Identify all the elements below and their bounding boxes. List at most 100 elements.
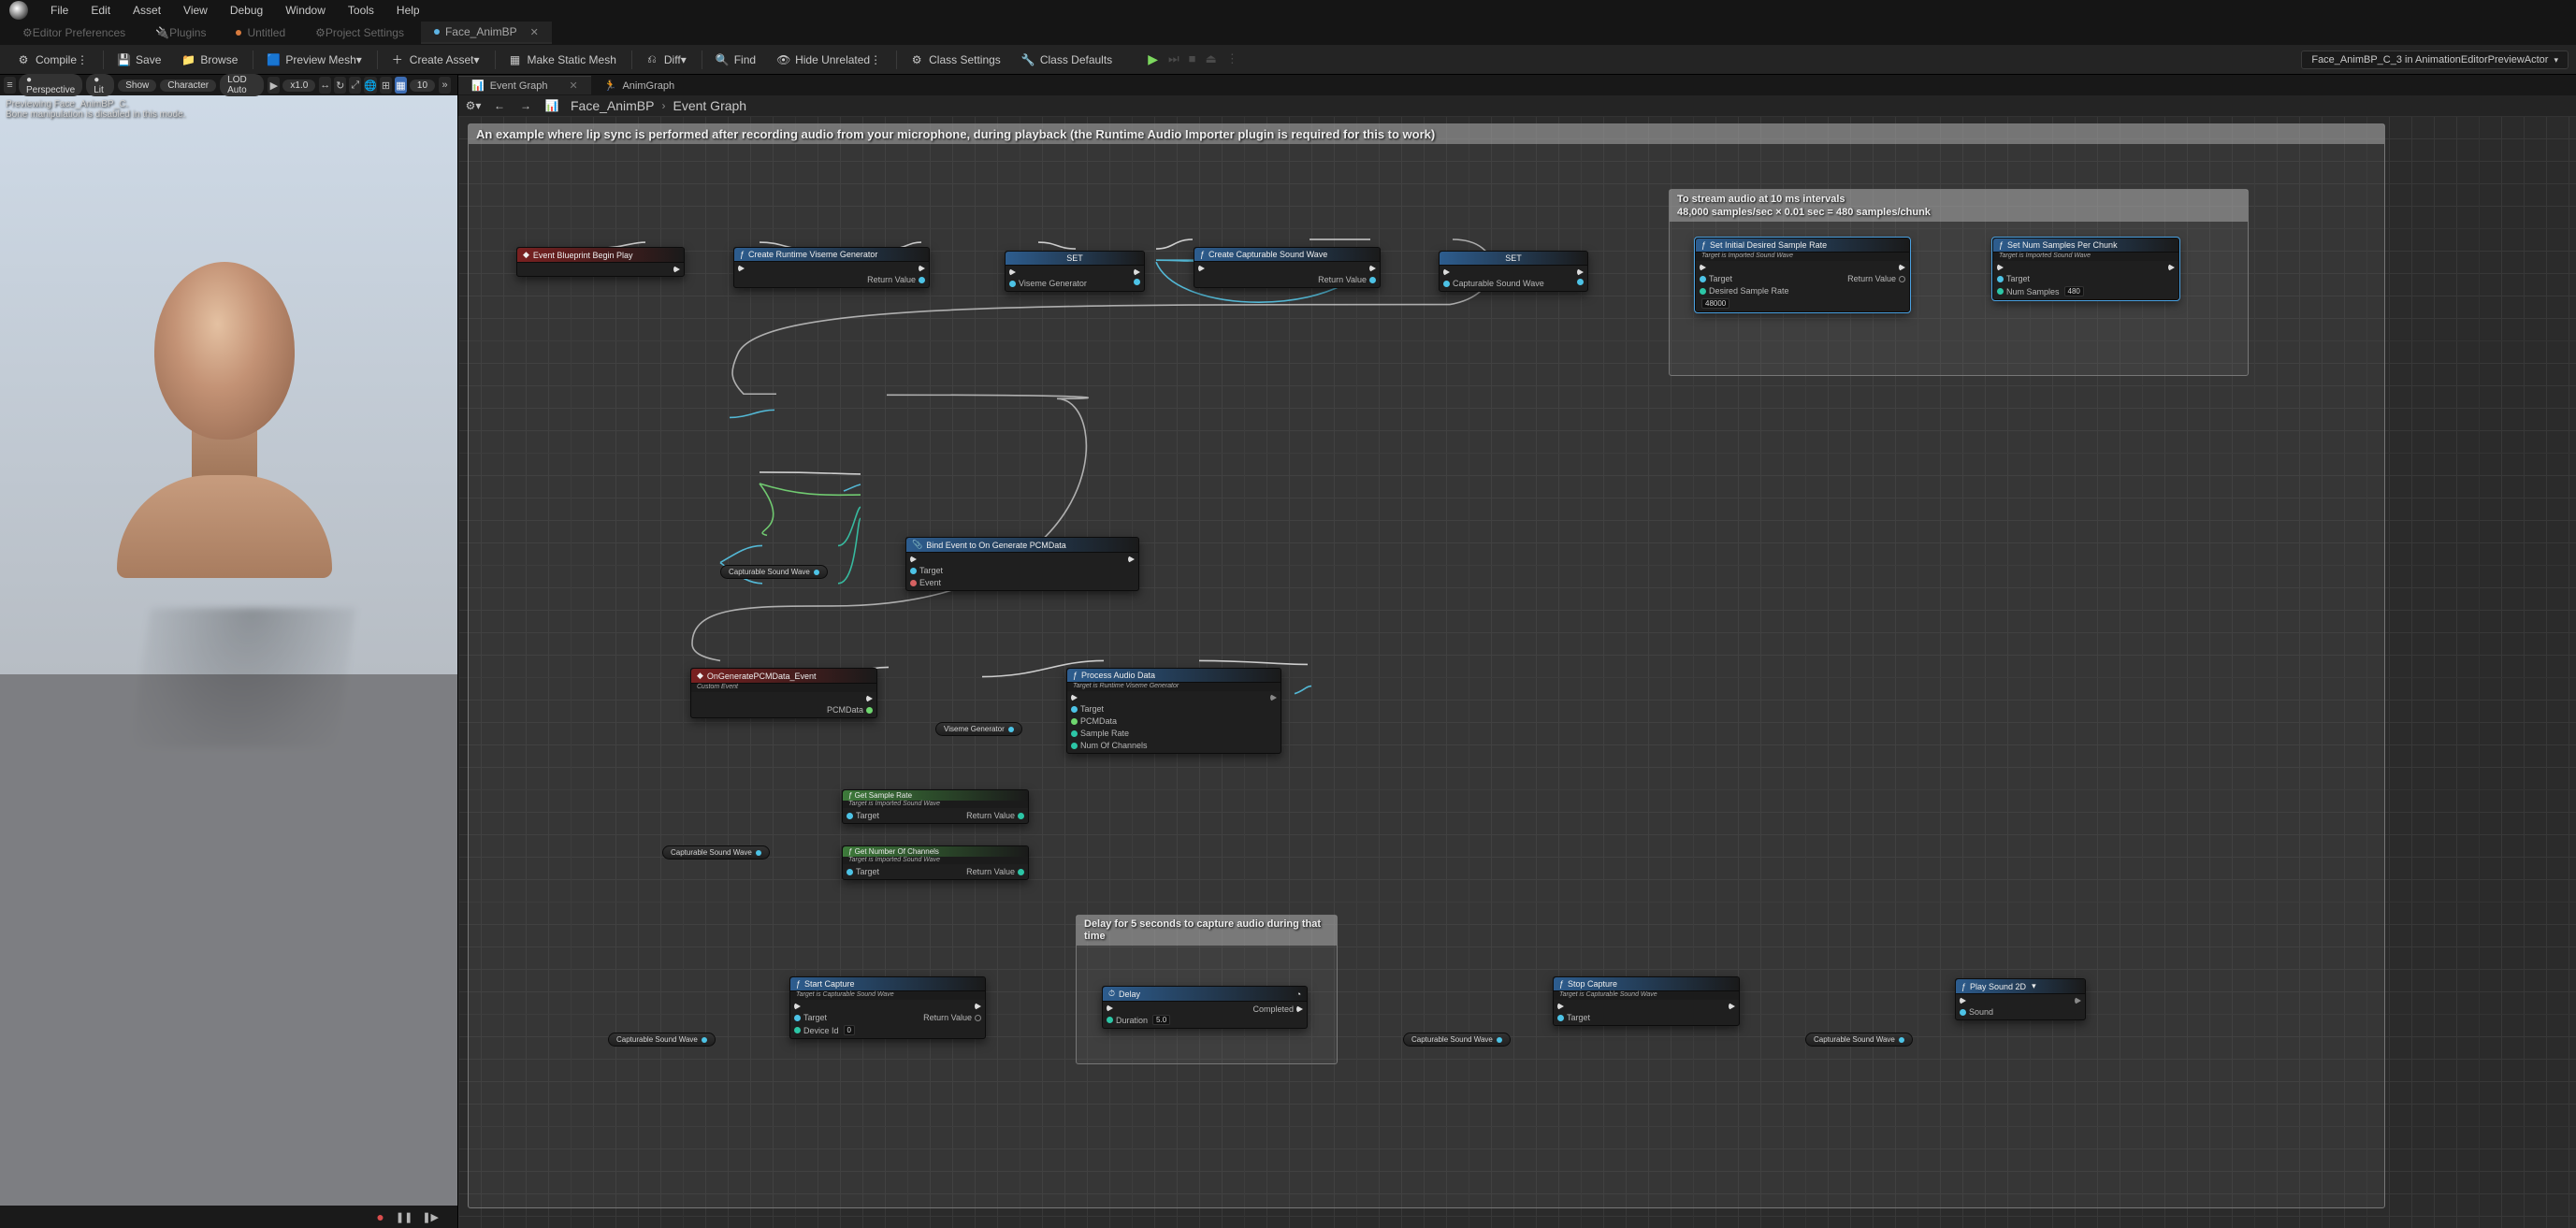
back-icon[interactable]: ← — [492, 98, 507, 113]
menu-view[interactable]: View — [172, 2, 219, 19]
mesh-icon: 🟦 — [267, 53, 280, 66]
hide-unrelated-button[interactable]: 👁Hide Unrelated ⋮ — [767, 50, 890, 70]
breadcrumb-leaf[interactable]: Event Graph — [673, 98, 746, 113]
browse-button[interactable]: 📁Browse — [172, 50, 247, 70]
pause-icon[interactable]: ❚❚ — [396, 1211, 412, 1223]
tab-face-animbp[interactable]: Face_AnimBP✕ — [421, 22, 552, 44]
step-icon[interactable]: ❚▶ — [422, 1211, 439, 1223]
save-button[interactable]: 💾Save — [108, 50, 170, 70]
var-capturable-wave-1[interactable]: Capturable Sound Wave — [720, 565, 828, 579]
pin-label: Viseme Generator — [1019, 279, 1087, 288]
record-icon[interactable]: ● — [376, 1209, 384, 1224]
settings-icon[interactable]: ⚙▾ — [466, 98, 481, 113]
menu-asset[interactable]: Asset — [122, 2, 172, 19]
var-capturable-wave-2[interactable]: Capturable Sound Wave — [662, 845, 770, 860]
playback-speed[interactable]: x1.0 — [282, 79, 315, 92]
create-asset-button[interactable]: ＋Create Asset ▾ — [382, 48, 489, 71]
menu-edit[interactable]: Edit — [80, 2, 122, 19]
collapse-icon[interactable]: ▾ — [2032, 981, 2036, 991]
move-tool-icon[interactable]: ↔ — [319, 77, 331, 94]
node-event-begin-play[interactable]: ◆Event Blueprint Begin Play — [516, 247, 685, 277]
close-icon[interactable]: ✕ — [570, 80, 578, 92]
node-stop-capture[interactable]: ƒStop Capture Target is Capturable Sound… — [1553, 976, 1740, 1026]
eject-icon[interactable]: ⏏ — [1201, 50, 1222, 69]
compile-icon: ⚙ — [17, 53, 30, 66]
node-start-capture[interactable]: ƒStart Capture Target is Capturable Soun… — [789, 976, 986, 1039]
menu-tools[interactable]: Tools — [337, 2, 385, 19]
camera-mode-dropdown[interactable]: ● Perspective — [19, 74, 82, 96]
expand-icon[interactable]: » — [439, 77, 451, 94]
node-set-capturable-wave[interactable]: SET Capturable Sound Wave — [1439, 251, 1588, 292]
lit-mode-dropdown[interactable]: ● Lit — [86, 74, 114, 96]
tab-editor-preferences[interactable]: ⚙ Editor Preferences — [9, 22, 138, 44]
tab-project-settings[interactable]: ⚙ Project Settings — [302, 22, 417, 44]
breadcrumb-root[interactable]: Face_AnimBP — [571, 98, 654, 113]
separator — [896, 51, 897, 69]
scale-tool-icon[interactable]: ⤢ — [349, 77, 361, 94]
debug-object-dropdown[interactable]: Face_AnimBP_C_3 in AnimationEditorPrevie… — [2301, 51, 2569, 69]
lod-dropdown[interactable]: LOD Auto — [220, 74, 264, 96]
preview-viewport[interactable]: ≡ ● Perspective ● Lit Show Character LOD… — [0, 75, 458, 1228]
node-process-audio-data[interactable]: ƒProcess Audio Data Target is Runtime Vi… — [1066, 668, 1281, 754]
tab-anim-graph[interactable]: 🏃AnimGraph — [591, 77, 687, 94]
menu-window[interactable]: Window — [274, 2, 337, 19]
tab-plugins[interactable]: 🔌 Plugins — [142, 22, 219, 44]
grid-snap-icon[interactable]: ▦ — [395, 77, 407, 94]
var-capturable-wave-4[interactable]: Capturable Sound Wave — [1403, 1033, 1511, 1047]
node-create-capturable-wave[interactable]: ƒCreate Capturable Sound Wave Return Val… — [1194, 247, 1381, 288]
menu-file[interactable]: File — [39, 2, 80, 19]
stop-icon[interactable]: ■ — [1184, 50, 1201, 69]
node-create-viseme-generator[interactable]: ƒCreate Runtime Viseme Generator Return … — [733, 247, 930, 288]
globe-icon[interactable]: 🌐 — [364, 77, 377, 94]
node-set-num-samples[interactable]: ƒSet Num Samples Per Chunk Target is Imp… — [1992, 238, 2179, 300]
tab-event-graph[interactable]: 📊Event Graph ✕ — [458, 76, 591, 94]
compile-button[interactable]: ⚙Compile ⋮ — [7, 50, 97, 70]
node-get-sample-rate[interactable]: ƒ Get Sample Rate Target is Imported Sou… — [842, 789, 1029, 824]
graph-icon[interactable]: 📊 — [544, 98, 559, 113]
var-capturable-wave-3[interactable]: Capturable Sound Wave — [608, 1033, 716, 1047]
node-set-viseme-generator[interactable]: SET Viseme Generator — [1005, 251, 1145, 292]
pin-value[interactable]: 48000 — [1701, 298, 1729, 309]
node-play-sound-2d[interactable]: ƒPlay Sound 2D▾ Sound — [1955, 978, 2086, 1020]
node-bind-event[interactable]: 📎Bind Event to On Generate PCMData Targe… — [905, 537, 1139, 591]
pin-value[interactable]: 5.0 — [1152, 1015, 1170, 1025]
shadow — [130, 608, 355, 748]
step-icon[interactable]: ⏭ — [1164, 50, 1184, 69]
play-icon[interactable]: ▶ — [1142, 50, 1164, 69]
node-set-initial-sample-rate[interactable]: ƒSet Initial Desired Sample Rate Target … — [1695, 238, 1910, 312]
node-ongeneratepcmdata-event[interactable]: ◆OnGeneratePCMData_Event Custom Event PC… — [690, 668, 877, 718]
close-icon[interactable]: ✕ — [530, 26, 539, 38]
var-viseme-generator[interactable]: Viseme Generator — [935, 722, 1022, 736]
rotate-tool-icon[interactable]: ↻ — [334, 77, 346, 94]
play-icon[interactable]: ▶ — [268, 77, 280, 94]
menu-debug[interactable]: Debug — [219, 2, 274, 19]
preview-mesh-button[interactable]: 🟦Preview Mesh ▾ — [257, 50, 370, 70]
graph-icon: 📊 — [471, 80, 485, 92]
node-delay[interactable]: ⏱Delay◔ Duration 5.0 Completed — [1102, 986, 1308, 1029]
character-dropdown[interactable]: Character — [160, 79, 216, 92]
node-title: Set Num Samples Per Chunk — [2007, 240, 2118, 250]
button-label: Find — [734, 53, 756, 66]
button-label: Preview Mesh — [285, 53, 355, 66]
make-static-mesh-button[interactable]: ▦Make Static Mesh — [499, 50, 626, 70]
viewport-options-icon[interactable]: ≡ — [4, 77, 16, 94]
diff-button[interactable]: ⎌Diff ▾ — [636, 49, 696, 70]
snap-icon[interactable]: ⊞ — [380, 77, 392, 94]
pin-value[interactable]: 480 — [2064, 286, 2084, 296]
class-settings-button[interactable]: ⚙Class Settings — [901, 50, 1010, 70]
show-dropdown[interactable]: Show — [118, 79, 156, 92]
blueprint-canvas[interactable]: An example where lip sync is performed a… — [458, 116, 2576, 1228]
node-title: Start Capture — [804, 979, 855, 989]
var-capturable-wave-5[interactable]: Capturable Sound Wave — [1805, 1033, 1913, 1047]
find-button[interactable]: 🔍Find — [706, 50, 765, 70]
menu-help[interactable]: Help — [385, 2, 431, 19]
more-icon[interactable]: ⋮ — [1222, 50, 1243, 69]
node-title: OnGeneratePCMData_Event — [707, 672, 817, 681]
forward-icon[interactable]: → — [518, 98, 533, 113]
pin-label: Return Value — [1318, 275, 1367, 284]
class-defaults-button[interactable]: 🔧Class Defaults — [1012, 50, 1122, 70]
grid-size[interactable]: 10 — [410, 79, 435, 92]
pin-value[interactable]: 0 — [844, 1025, 855, 1035]
node-get-num-channels[interactable]: ƒ Get Number Of Channels Target is Impor… — [842, 845, 1029, 880]
tab-untitled[interactable]: Untitled — [223, 22, 298, 44]
